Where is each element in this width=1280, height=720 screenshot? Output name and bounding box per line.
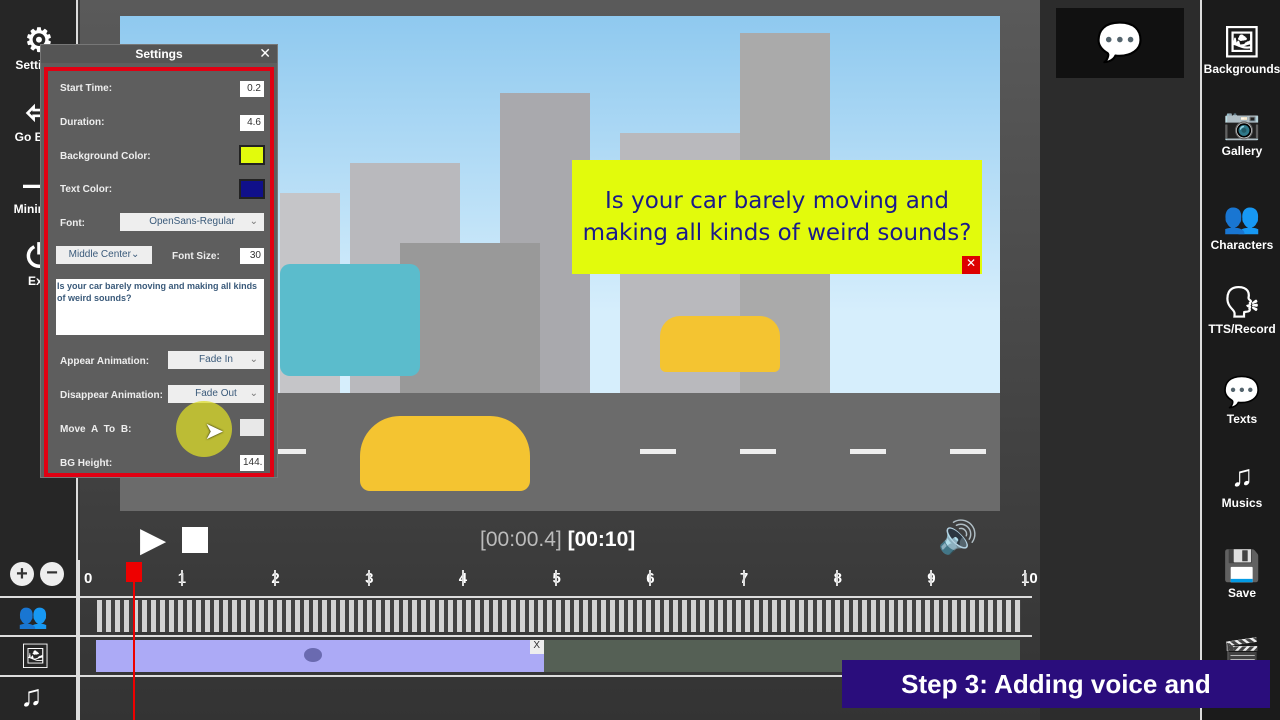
speech-bubble-icon <box>304 648 322 662</box>
bg-color-label: Background Color: <box>60 151 151 162</box>
chevron-down-icon: ⌄ <box>249 388 258 399</box>
building <box>400 243 540 393</box>
volume-icon: 🔊 <box>938 519 978 555</box>
settings-panel: Settings ✕ Start Time: 0.2 Duration: 4.6… <box>40 44 278 478</box>
caption-text-area[interactable]: Is your car barely moving and making all… <box>56 279 264 335</box>
taxi <box>660 316 780 372</box>
play-icon: ▶ <box>140 521 167 559</box>
text-track-clip[interactable] <box>96 640 544 672</box>
sidebar-item-backgrounds[interactable]: 🖼 Backgrounds <box>1202 24 1280 76</box>
sidebar-item-gallery[interactable]: 📷 Gallery <box>1202 106 1280 158</box>
bg-color-swatch[interactable] <box>239 145 265 165</box>
sidebar-item-characters[interactable]: 👥 Characters <box>1202 200 1280 252</box>
font-dropdown[interactable]: OpenSans-Regular ⌄ <box>120 213 264 231</box>
mouse-cursor-icon: ➤ <box>204 418 225 445</box>
tick-mark <box>649 570 652 586</box>
chevron-down-icon: ⌄ <box>130 249 140 260</box>
character-track-clip[interactable] <box>97 600 1021 632</box>
people-icon: 👥 <box>1223 202 1261 235</box>
volume-button[interactable]: 🔊 <box>938 518 978 556</box>
tick-mark <box>180 570 183 586</box>
sidebar-item-texts[interactable]: 💬 Texts <box>1202 374 1280 426</box>
sidebar-item-tts-record[interactable]: 🗣 TTS/Record <box>1202 284 1280 336</box>
tick-mark <box>1023 570 1026 586</box>
text-color-label: Text Color: <box>60 184 113 195</box>
stop-button[interactable] <box>182 527 208 553</box>
tick-mark <box>367 570 370 586</box>
duration-input[interactable]: 4.6 <box>240 115 264 131</box>
properties-pane <box>1040 0 1200 720</box>
clip-close-button[interactable]: X <box>529 640 544 654</box>
disappear-animation-dropdown[interactable]: Fade Out ⌄ <box>168 385 264 403</box>
tick-mark <box>461 570 464 586</box>
playhead[interactable] <box>126 562 143 720</box>
font-size-input[interactable]: 30 <box>240 248 264 264</box>
tick-mark <box>742 570 745 586</box>
appear-animation-dropdown[interactable]: Fade In ⌄ <box>168 351 264 369</box>
tick-mark <box>930 570 933 586</box>
image-icon: 🖼 <box>1222 26 1262 59</box>
chevron-down-icon: ⌄ <box>249 354 258 365</box>
playhead-handle[interactable] <box>126 562 143 582</box>
sidebar-item-save[interactable]: 💾 Save <box>1202 548 1280 600</box>
settings-title: Settings <box>41 45 277 63</box>
characters-track-icon: 👥 <box>18 603 48 630</box>
zoom-out-button[interactable]: − <box>40 562 64 586</box>
chevron-down-icon: ⌄ <box>249 216 258 227</box>
tick-label: 0 <box>84 570 93 587</box>
voice-icon: 🗣 <box>1222 286 1262 319</box>
zoom-in-button[interactable]: + <box>10 562 34 586</box>
start-time-input[interactable]: 0.2 <box>240 81 264 97</box>
tick-mark <box>274 570 277 586</box>
right-sidebar: 🖼 Backgrounds 📷 Gallery 👥 Characters 🗣 TTS/R… <box>1200 0 1280 720</box>
tick-mark <box>555 570 558 586</box>
speech-bubble-button[interactable]: 💬 <box>1056 8 1184 78</box>
font-size-label: Font Size: <box>172 251 220 262</box>
timecode: [00:00.4] [00:10] <box>480 528 635 552</box>
settings-frame: Start Time: 0.2 Duration: 4.6 Background… <box>44 67 274 477</box>
camera-icon: 📷 <box>1223 108 1261 141</box>
image-track-icon: 🖼 <box>20 643 51 670</box>
divider <box>0 635 1032 637</box>
bus <box>280 264 420 376</box>
move-a-to-b-label: Move A To B: <box>60 424 132 435</box>
appear-animation-label: Appear Animation: <box>60 356 150 367</box>
car-with-driver <box>360 416 530 491</box>
speech-bubble-icon: 💬 <box>1223 376 1261 409</box>
text-color-swatch[interactable] <box>239 179 265 199</box>
sidebar-item-musics[interactable]: ♫ Musics <box>1202 458 1280 510</box>
font-label: Font: <box>60 218 85 229</box>
step-banner: Step 3: Adding voice and <box>842 660 1270 708</box>
bg-height-input[interactable]: 144. <box>240 455 264 471</box>
tick-mark <box>836 570 839 586</box>
resize-handle-icon[interactable]: ✕ <box>962 256 980 274</box>
divider <box>0 596 1032 598</box>
play-button[interactable]: ▶ <box>140 520 166 560</box>
music-track-icon: ♫ <box>20 680 43 713</box>
divider <box>78 560 80 720</box>
close-icon[interactable]: ✕ <box>259 45 271 62</box>
duration-label: Duration: <box>60 117 105 128</box>
music-icon: ♫ <box>1230 460 1254 493</box>
bg-height-label: BG Height: <box>60 458 113 469</box>
speech-bubble-icon: 💬 <box>1096 22 1144 64</box>
save-icon: 💾 <box>1223 550 1261 583</box>
text-caption[interactable]: Is your car barely moving and making all… <box>572 160 982 274</box>
disappear-animation-label: Disappear Animation: <box>60 390 163 401</box>
start-time-label: Start Time: <box>60 83 113 94</box>
move-a-to-b-toggle[interactable] <box>240 419 264 436</box>
total-time: [00:10] <box>567 528 636 551</box>
current-time: [00:00.4] <box>480 528 562 551</box>
alignment-dropdown[interactable]: Middle Center⌄ <box>56 246 152 264</box>
